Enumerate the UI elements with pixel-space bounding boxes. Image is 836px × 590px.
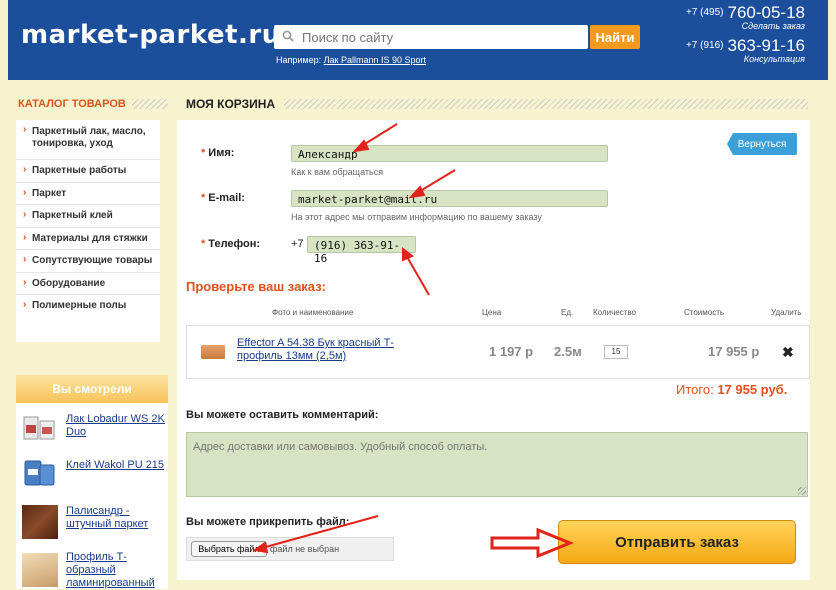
rosewood-image: [22, 505, 58, 539]
phone-order-code: +7 (495): [685, 7, 724, 18]
cart-title-decoration: [284, 99, 808, 109]
search-example-link[interactable]: Лак Pallmann IS 90 Sport: [324, 55, 426, 65]
product-thumbnail[interactable]: [201, 345, 225, 359]
item-unit: 2.5м: [554, 344, 582, 359]
phone-order-note: Сделать заказ: [741, 21, 805, 31]
recently-viewed-title: Вы смотрели: [16, 375, 168, 403]
file-label: Вы можете прикрепить файл:: [186, 516, 350, 528]
seen-item-label[interactable]: Палисандр - штучный паркет: [66, 505, 166, 531]
comment-textarea[interactable]: [186, 432, 808, 497]
comment-label: Вы можете оставить комментарий:: [186, 409, 379, 421]
resize-grip[interactable]: [798, 487, 806, 495]
glue-bucket-image: [22, 457, 58, 491]
col-delete: Удалить: [771, 308, 802, 317]
seen-item-label[interactable]: Клей Wakol PU 215: [66, 459, 166, 472]
search-box[interactable]: [274, 25, 588, 49]
catalog-item-related[interactable]: Сопутствующие товары: [16, 250, 160, 273]
email-field[interactable]: market-parket@mail.ru: [291, 190, 608, 207]
name-field[interactable]: Александр: [291, 145, 608, 162]
catalog-title-decoration: [132, 99, 168, 109]
total-value: 17 955 руб.: [717, 382, 788, 397]
recently-viewed: Вы смотрели Лак Lobadur WS 2K Duo Клей W…: [16, 375, 168, 589]
search-example-prefix: Например:: [276, 55, 322, 65]
col-quantity: Количество: [593, 308, 636, 317]
required-mark: *: [201, 238, 206, 250]
required-mark: *: [201, 192, 206, 204]
email-hint: На этот адрес мы отправим информацию по …: [291, 212, 542, 222]
order-total: Итого: 17 955 руб.: [676, 382, 787, 397]
choose-file-button[interactable]: Выбрать файл: [191, 541, 267, 557]
seen-item-label[interactable]: Лак Lobadur WS 2K Duo: [66, 413, 166, 439]
name-hint: Как к вам обращаться: [291, 167, 384, 177]
item-cost: 17 955 р: [708, 344, 760, 359]
search-input[interactable]: [302, 27, 582, 47]
phone-consult-number: 363-91-16: [727, 36, 805, 55]
submit-order-button[interactable]: Отправить заказ: [558, 520, 796, 564]
col-cost: Стоимость: [684, 308, 725, 317]
seen-item-label[interactable]: Профиль Т-образный ламинированный: [66, 551, 166, 590]
back-button[interactable]: Вернуться: [727, 133, 797, 155]
lacquer-can-image: [22, 411, 58, 445]
phone-order: +7 (495) 760-05-18 Сделать заказ: [686, 3, 805, 31]
required-mark: *: [201, 147, 206, 159]
file-status: файл не выбран: [270, 544, 340, 554]
phone-consult-note: Консультация: [743, 54, 805, 64]
delete-icon[interactable]: ✖: [782, 344, 794, 361]
profile-image: [22, 553, 58, 587]
email-label: * E-mail:: [201, 192, 245, 204]
search-example: Например: Лак Pallmann IS 90 Sport: [276, 55, 426, 65]
col-unit: Ед.: [561, 308, 574, 317]
catalog-item-works[interactable]: Паркетные работы: [16, 160, 160, 183]
phone-consult-code: +7 (916): [685, 40, 724, 51]
check-order-title: Проверьте ваш заказ:: [186, 279, 326, 294]
search-button[interactable]: Найти: [590, 25, 640, 49]
phone-order-number: 760-05-18: [727, 3, 805, 22]
catalog-item-equipment[interactable]: Оборудование: [16, 273, 160, 295]
catalog-item-lacquer[interactable]: Паркетный лак, масло, тонировка, уход: [16, 120, 160, 160]
email-label-text: E-mail:: [208, 192, 245, 204]
col-price: Цена: [482, 308, 502, 317]
total-label: Итого:: [676, 382, 714, 397]
catalog-item-screed[interactable]: Материалы для стяжки: [16, 228, 160, 250]
catalog-item-glue[interactable]: Паркетный клей: [16, 205, 160, 228]
cart-title: МОЯ КОРЗИНА: [186, 97, 276, 111]
phone-consult: +7 (916) 363-91-16 Консультация: [686, 36, 805, 64]
catalog-item-polymer[interactable]: Полимерные полы: [16, 295, 160, 318]
catalog-list: Паркетный лак, масло, тонировка, уход Па…: [16, 120, 160, 342]
search-icon: [282, 30, 294, 42]
item-price: 1 197 р: [489, 344, 534, 359]
phone-label-text: Телефон:: [208, 238, 261, 250]
catalog-item-parquet[interactable]: Паркет: [16, 183, 160, 205]
site-logo[interactable]: market-parket.ru: [21, 20, 281, 50]
name-label-text: Имя:: [208, 147, 235, 159]
col-photo-name: Фото и наименование: [272, 308, 354, 317]
quantity-input[interactable]: 15: [604, 345, 628, 359]
phone-prefix: +7: [291, 238, 304, 250]
product-name-link[interactable]: Effector A 54.38 Бук красный Т-профиль 1…: [237, 337, 407, 363]
phone-field[interactable]: (916) 363-91-16: [307, 236, 416, 265]
catalog-title: КАТАЛОГ ТОВАРОВ: [18, 98, 126, 110]
phone-label: * Телефон:: [201, 238, 260, 250]
name-label: * Имя:: [201, 147, 234, 159]
